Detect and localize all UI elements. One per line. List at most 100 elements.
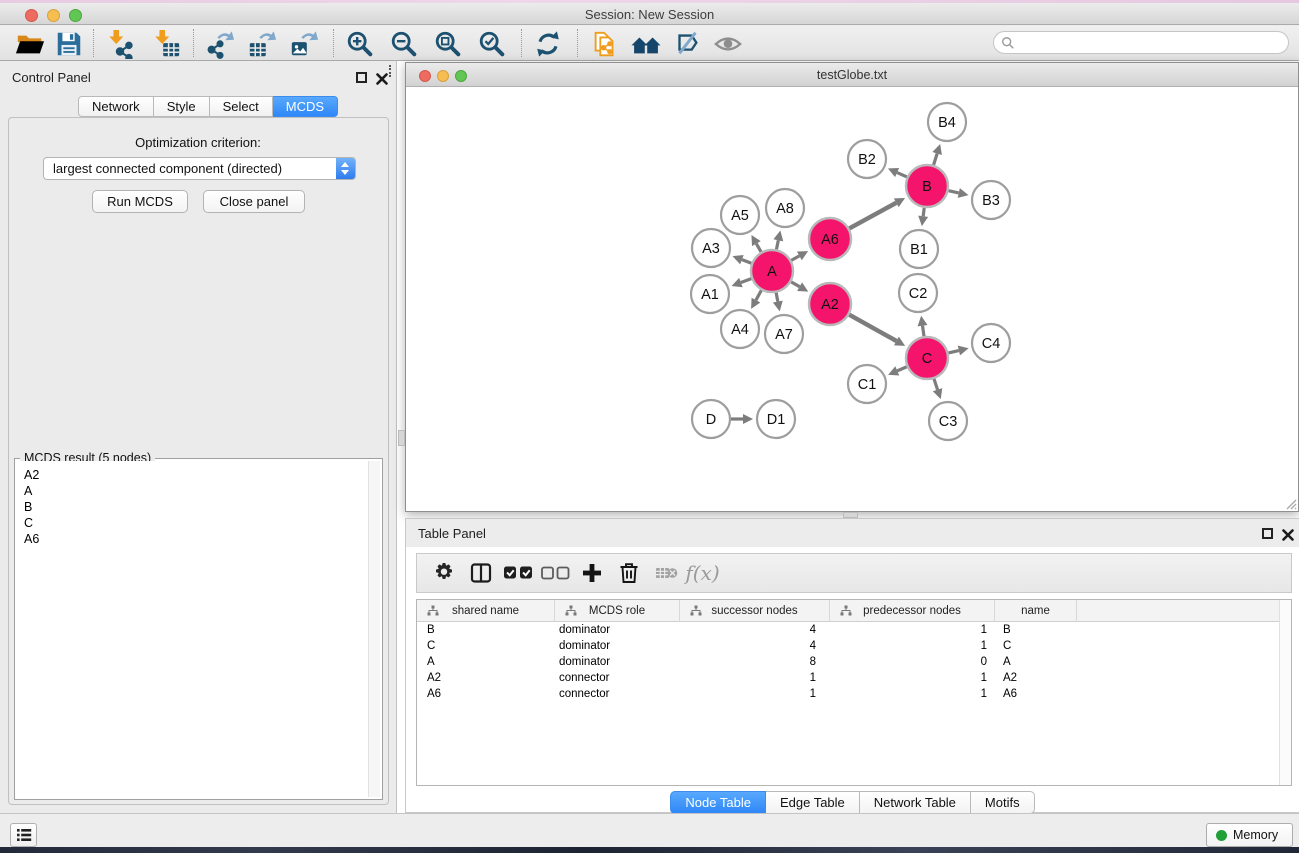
search-field[interactable]: [993, 31, 1289, 54]
tab-style[interactable]: Style: [154, 96, 210, 117]
graph-edge-C-C4[interactable]: [948, 351, 958, 353]
graph-edge-A-A1[interactable]: [741, 279, 751, 283]
home-icon[interactable]: [629, 27, 663, 60]
mcds-result-item[interactable]: A: [24, 483, 380, 499]
delete-column-icon[interactable]: [610, 555, 647, 591]
criterion-dropdown[interactable]: largest connected component (directed): [43, 157, 356, 180]
table-panel-close-icon[interactable]: [1282, 528, 1294, 540]
tab-network[interactable]: Network: [78, 96, 154, 117]
function-builder-icon[interactable]: f(x): [684, 555, 721, 591]
table-cell[interactable]: dominator: [555, 638, 680, 654]
close-panel-button[interactable]: Close panel: [203, 190, 305, 213]
mcds-result-item[interactable]: A2: [24, 467, 380, 483]
table-cell[interactable]: A2: [995, 670, 1077, 686]
table-cell[interactable]: dominator: [555, 622, 680, 638]
zoom-selected-icon[interactable]: [475, 27, 509, 60]
tab-motifs[interactable]: Motifs: [971, 791, 1035, 814]
export-network-icon[interactable]: [203, 27, 237, 60]
tab-mcds[interactable]: MCDS: [273, 96, 338, 117]
add-column-icon[interactable]: [573, 555, 610, 591]
column-header-predecessor-nodes[interactable]: predecessor nodes: [830, 600, 995, 622]
graph-edge-A-A6[interactable]: [791, 256, 799, 260]
export-image-icon[interactable]: [287, 27, 321, 60]
table-row[interactable]: A2connector11A2: [417, 670, 1279, 686]
zoom-in-icon[interactable]: [343, 27, 377, 60]
table-cell[interactable]: connector: [555, 670, 680, 686]
graph-edge-A-A7[interactable]: [776, 293, 778, 302]
table-cell[interactable]: 1: [830, 686, 995, 702]
graph-edge-A-A3[interactable]: [742, 260, 752, 264]
mcds-result-item[interactable]: A6: [24, 531, 380, 547]
table-cell[interactable]: A: [417, 654, 555, 670]
column-visibility-icon[interactable]: [462, 555, 499, 591]
new-session-icon[interactable]: [588, 27, 622, 60]
control-panel-close-icon[interactable]: [376, 72, 388, 84]
memory-button[interactable]: Memory: [1206, 823, 1293, 847]
tab-select[interactable]: Select: [210, 96, 273, 117]
import-table-icon[interactable]: [149, 27, 183, 60]
column-header-successor-nodes[interactable]: successor nodes: [680, 600, 830, 622]
table-cell[interactable]: A6: [995, 686, 1077, 702]
window-resize-grip[interactable]: [1283, 496, 1297, 510]
network-window-titlebar[interactable]: testGlobe.txt: [406, 63, 1298, 87]
task-history-button[interactable]: [10, 823, 37, 847]
graph-edge-A-A2[interactable]: [791, 282, 799, 287]
table-row[interactable]: Cdominator41C: [417, 638, 1279, 654]
table-cell[interactable]: A6: [417, 686, 555, 702]
mcds-result-scrollbar[interactable]: [368, 461, 380, 797]
graph-edge-B-B1[interactable]: [923, 208, 924, 216]
graph-edge-B-B3[interactable]: [948, 191, 958, 193]
graph-edge-A-A8[interactable]: [776, 240, 778, 249]
graph-edge-A6-B[interactable]: [849, 203, 896, 229]
table-cell[interactable]: 1: [830, 638, 995, 654]
zoom-out-icon[interactable]: [387, 27, 421, 60]
graph-edge-A2-C[interactable]: [849, 315, 896, 341]
settings-gear-icon[interactable]: [425, 555, 462, 591]
column-header-name[interactable]: name: [995, 600, 1077, 622]
graph-edge-B-B4[interactable]: [934, 153, 938, 165]
network-canvas[interactable]: B4B2BB3A8A5A6A3B1AC2A1A2A4A7C4CC1DD1C3: [406, 88, 1298, 511]
tab-edge-table[interactable]: Edge Table: [766, 791, 860, 814]
table-cell[interactable]: dominator: [555, 654, 680, 670]
table-cell[interactable]: 1: [830, 670, 995, 686]
table-cell[interactable]: B: [417, 622, 555, 638]
control-panel-float-icon[interactable]: [356, 72, 367, 83]
column-header-MCDS-role[interactable]: MCDS role: [555, 600, 680, 622]
hide-labels-icon[interactable]: [670, 27, 704, 60]
graph-edge-C-C1[interactable]: [897, 367, 907, 371]
table-cell[interactable]: 1: [680, 670, 830, 686]
node-table-scrollbar[interactable]: [1279, 600, 1291, 785]
eye-icon[interactable]: [711, 27, 745, 60]
table-cell[interactable]: B: [995, 622, 1077, 638]
column-header-shared-name[interactable]: shared name: [417, 600, 555, 622]
select-all-columns-icon[interactable]: [499, 555, 536, 591]
table-row[interactable]: Adominator80A: [417, 654, 1279, 670]
graph-edge-C-C3[interactable]: [934, 379, 938, 390]
table-cell[interactable]: C: [995, 638, 1077, 654]
table-cell[interactable]: C: [417, 638, 555, 654]
zoom-fit-icon[interactable]: [431, 27, 465, 60]
graph-edge-C-C2[interactable]: [923, 326, 924, 337]
split-divider-grip[interactable]: [389, 65, 392, 77]
search-input[interactable]: [1020, 33, 1280, 52]
graph-edge-A-A4[interactable]: [756, 290, 761, 300]
table-cell[interactable]: A2: [417, 670, 555, 686]
table-cell[interactable]: 0: [830, 654, 995, 670]
import-network-icon[interactable]: [103, 27, 137, 60]
delete-table-icon[interactable]: [647, 555, 684, 591]
run-mcds-button[interactable]: Run MCDS: [92, 190, 188, 213]
open-file-icon[interactable]: [13, 27, 47, 60]
graph-edge-B-B2[interactable]: [897, 173, 907, 177]
main-titlebar[interactable]: Session: New Session: [0, 3, 1299, 25]
table-panel-float-icon[interactable]: [1262, 528, 1273, 539]
refresh-icon[interactable]: [531, 27, 565, 60]
table-cell[interactable]: 8: [680, 654, 830, 670]
table-cell[interactable]: 4: [680, 638, 830, 654]
tab-network-table[interactable]: Network Table: [860, 791, 971, 814]
table-row[interactable]: A6connector11A6: [417, 686, 1279, 702]
table-cell[interactable]: 1: [830, 622, 995, 638]
table-cell[interactable]: 1: [680, 686, 830, 702]
mcds-result-item[interactable]: B: [24, 499, 380, 515]
mcds-result-item[interactable]: C: [24, 515, 380, 531]
table-row[interactable]: Bdominator41B: [417, 622, 1279, 638]
